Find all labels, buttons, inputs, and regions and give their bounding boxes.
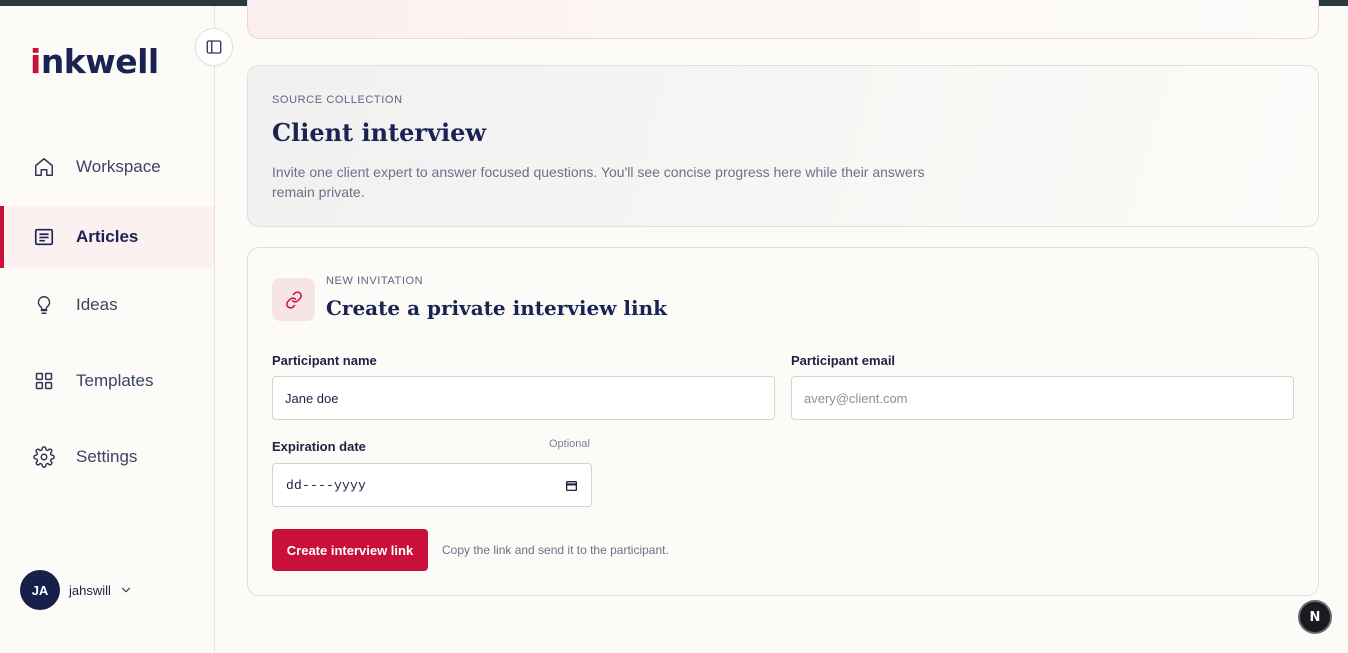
date-placeholder: dd----yyyy: [286, 477, 367, 493]
participant-name-label: Participant name: [272, 353, 377, 368]
sidebar-item-workspace[interactable]: Workspace: [0, 136, 214, 198]
grid-icon: [32, 369, 56, 393]
sidebar-item-label: Templates: [76, 371, 154, 390]
participant-name-input[interactable]: [272, 376, 775, 420]
page-title: Client interview: [272, 118, 487, 147]
articles-icon: [32, 225, 56, 249]
source-description: Invite one client expert to answer focus…: [272, 164, 925, 200]
user-name: jahswill: [69, 582, 111, 598]
link-icon: [272, 278, 315, 321]
home-icon: [32, 155, 56, 179]
source-collection-card: SOURCE COLLECTION Client interview Invit…: [247, 65, 1319, 227]
dev-tools-badge[interactable]: N: [1298, 600, 1332, 634]
logo[interactable]: inkwell: [30, 42, 159, 81]
lightbulb-icon: [32, 293, 56, 317]
chevron-down-icon: [119, 583, 133, 597]
sidebar: inkwell Workspace Articles Ideas Templat…: [0, 6, 215, 653]
sidebar-item-ideas[interactable]: Ideas: [0, 274, 214, 336]
gear-icon: [32, 445, 56, 469]
sidebar-toggle-icon: [205, 38, 223, 56]
sidebar-item-label: Workspace: [76, 157, 161, 176]
logo-text: nkwell: [40, 42, 159, 81]
logo-accent: i: [30, 42, 41, 81]
sidebar-item-label: Settings: [76, 447, 138, 466]
previous-card: [247, 0, 1319, 39]
expiration-date-label: Expiration date: [272, 439, 366, 454]
new-invitation-card: NEW INVITATION Create a private intervie…: [247, 247, 1319, 596]
submit-hint: Copy the link and send it to the partici…: [442, 543, 669, 557]
source-eyebrow: SOURCE COLLECTION: [272, 94, 403, 106]
participant-email-input[interactable]: [791, 376, 1294, 420]
participant-email-label: Participant email: [791, 353, 896, 368]
sidebar-item-templates[interactable]: Templates: [0, 350, 214, 412]
sidebar-toggle-button[interactable]: [195, 28, 233, 66]
sidebar-item-articles[interactable]: Articles: [0, 206, 214, 268]
sidebar-item-label: Ideas: [76, 295, 118, 314]
invite-eyebrow: NEW INVITATION: [326, 275, 424, 287]
optional-tag: Optional: [549, 438, 590, 450]
sidebar-item-label: Articles: [76, 227, 139, 246]
user-menu[interactable]: JA jahswill: [20, 570, 133, 610]
avatar: JA: [20, 570, 60, 610]
expiration-date-input[interactable]: dd----yyyy: [272, 463, 592, 507]
create-interview-link-button[interactable]: Create interview link: [272, 529, 428, 571]
calendar-icon[interactable]: [565, 479, 578, 492]
invite-title: Create a private interview link: [326, 296, 667, 320]
sidebar-item-settings[interactable]: Settings: [0, 426, 214, 488]
